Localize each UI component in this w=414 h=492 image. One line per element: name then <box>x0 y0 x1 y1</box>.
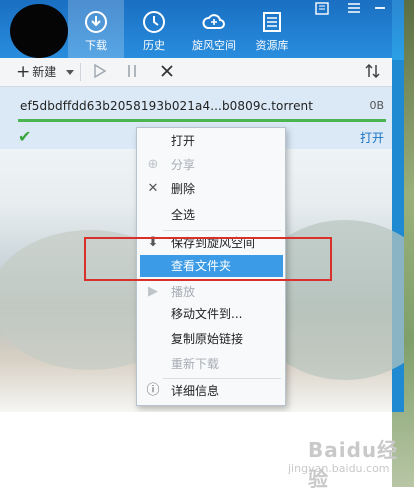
toolbar: + 新建 <box>0 58 392 87</box>
sort-icon <box>365 63 380 79</box>
library-icon <box>263 12 281 32</box>
history-icon <box>143 11 165 33</box>
chevron-down-icon <box>66 70 74 75</box>
watermark: Baidu经验 jingyan.baidu.com <box>268 430 408 491</box>
menu-item-delete[interactable]: ✕ 删除 <box>137 178 285 200</box>
delete-button[interactable] <box>160 58 174 86</box>
pause-button[interactable] <box>126 58 138 86</box>
new-task-dropdown[interactable] <box>66 58 74 86</box>
menu-item-open[interactable]: 打开 <box>137 130 285 152</box>
task-progress-bar <box>18 119 386 122</box>
menu-separator <box>163 378 281 379</box>
nav-library-label: 资源库 <box>255 39 289 52</box>
menu-item-label: 分享 <box>171 158 196 172</box>
menu-item-label: 移动文件到... <box>171 307 243 321</box>
share-icon: ⊕ <box>147 157 159 172</box>
close-icon <box>161 65 173 77</box>
play-icon <box>94 63 107 79</box>
info-icon: ⓘ <box>146 383 160 398</box>
menu-item-label: 重新下载 <box>171 357 220 371</box>
annotation-highlight-box <box>84 237 332 281</box>
menu-item-play[interactable]: ▶ 播放 <box>137 281 285 303</box>
open-link[interactable]: 打开 <box>360 129 384 146</box>
menu-separator <box>163 230 281 231</box>
menu-icon[interactable] <box>346 2 362 16</box>
toolbar-divider <box>80 63 81 81</box>
pause-icon <box>128 65 136 77</box>
watermark-url: jingyan.baidu.com <box>288 462 390 475</box>
new-task-button[interactable]: + 新建 <box>16 58 56 86</box>
menu-item-select-all[interactable]: 全选 <box>137 204 285 226</box>
nav-cloud-space[interactable]: 旋风空间 <box>186 0 242 62</box>
menu-item-redownload[interactable]: 重新下载 <box>137 353 285 375</box>
download-icon <box>85 11 107 33</box>
nav-library[interactable]: 资源库 <box>244 0 300 62</box>
menu-item-label: 删除 <box>171 182 196 196</box>
minimize-icon[interactable] <box>372 2 388 16</box>
nav-download[interactable]: 下载 <box>68 0 124 62</box>
sort-button[interactable] <box>364 58 382 86</box>
task-size: 0B <box>369 99 384 112</box>
menu-item-label: 全选 <box>171 208 196 222</box>
app-window: 下载 历史 旋风空间 资源库 + 新建 ef5dbdffdd63b2058193… <box>0 0 404 412</box>
nav-download-label: 下载 <box>85 39 107 52</box>
cloud-icon <box>202 14 225 29</box>
checkmark-icon: ✔ <box>18 127 32 146</box>
delete-icon: ✕ <box>147 181 159 196</box>
new-task-label: 新建 <box>32 65 57 79</box>
start-button[interactable] <box>94 58 107 86</box>
task-filename: ef5dbdffdd63b2058193b021a4...b0809c.torr… <box>20 99 314 113</box>
skin-icon[interactable] <box>314 2 330 16</box>
menu-item-label: 播放 <box>171 285 196 299</box>
plus-icon: + <box>16 62 31 82</box>
menu-item-label: 复制原始链接 <box>171 332 244 346</box>
menu-item-move-file[interactable]: 移动文件到... <box>137 303 285 325</box>
menu-item-details[interactable]: ⓘ 详细信息 <box>137 380 285 402</box>
nav-history[interactable]: 历史 <box>126 0 182 62</box>
nav-cloud-space-label: 旋风空间 <box>192 39 236 52</box>
play-icon: ▶ <box>148 284 158 299</box>
header-bar: 下载 历史 旋风空间 资源库 <box>0 0 392 62</box>
menu-item-share[interactable]: ⊕ 分享 <box>137 154 285 176</box>
menu-item-copy-link[interactable]: 复制原始链接 <box>137 328 285 350</box>
nav-history-label: 历史 <box>143 39 165 52</box>
avatar[interactable] <box>10 4 68 58</box>
menu-item-label: 详细信息 <box>171 384 220 398</box>
menu-item-label: 打开 <box>171 134 196 148</box>
